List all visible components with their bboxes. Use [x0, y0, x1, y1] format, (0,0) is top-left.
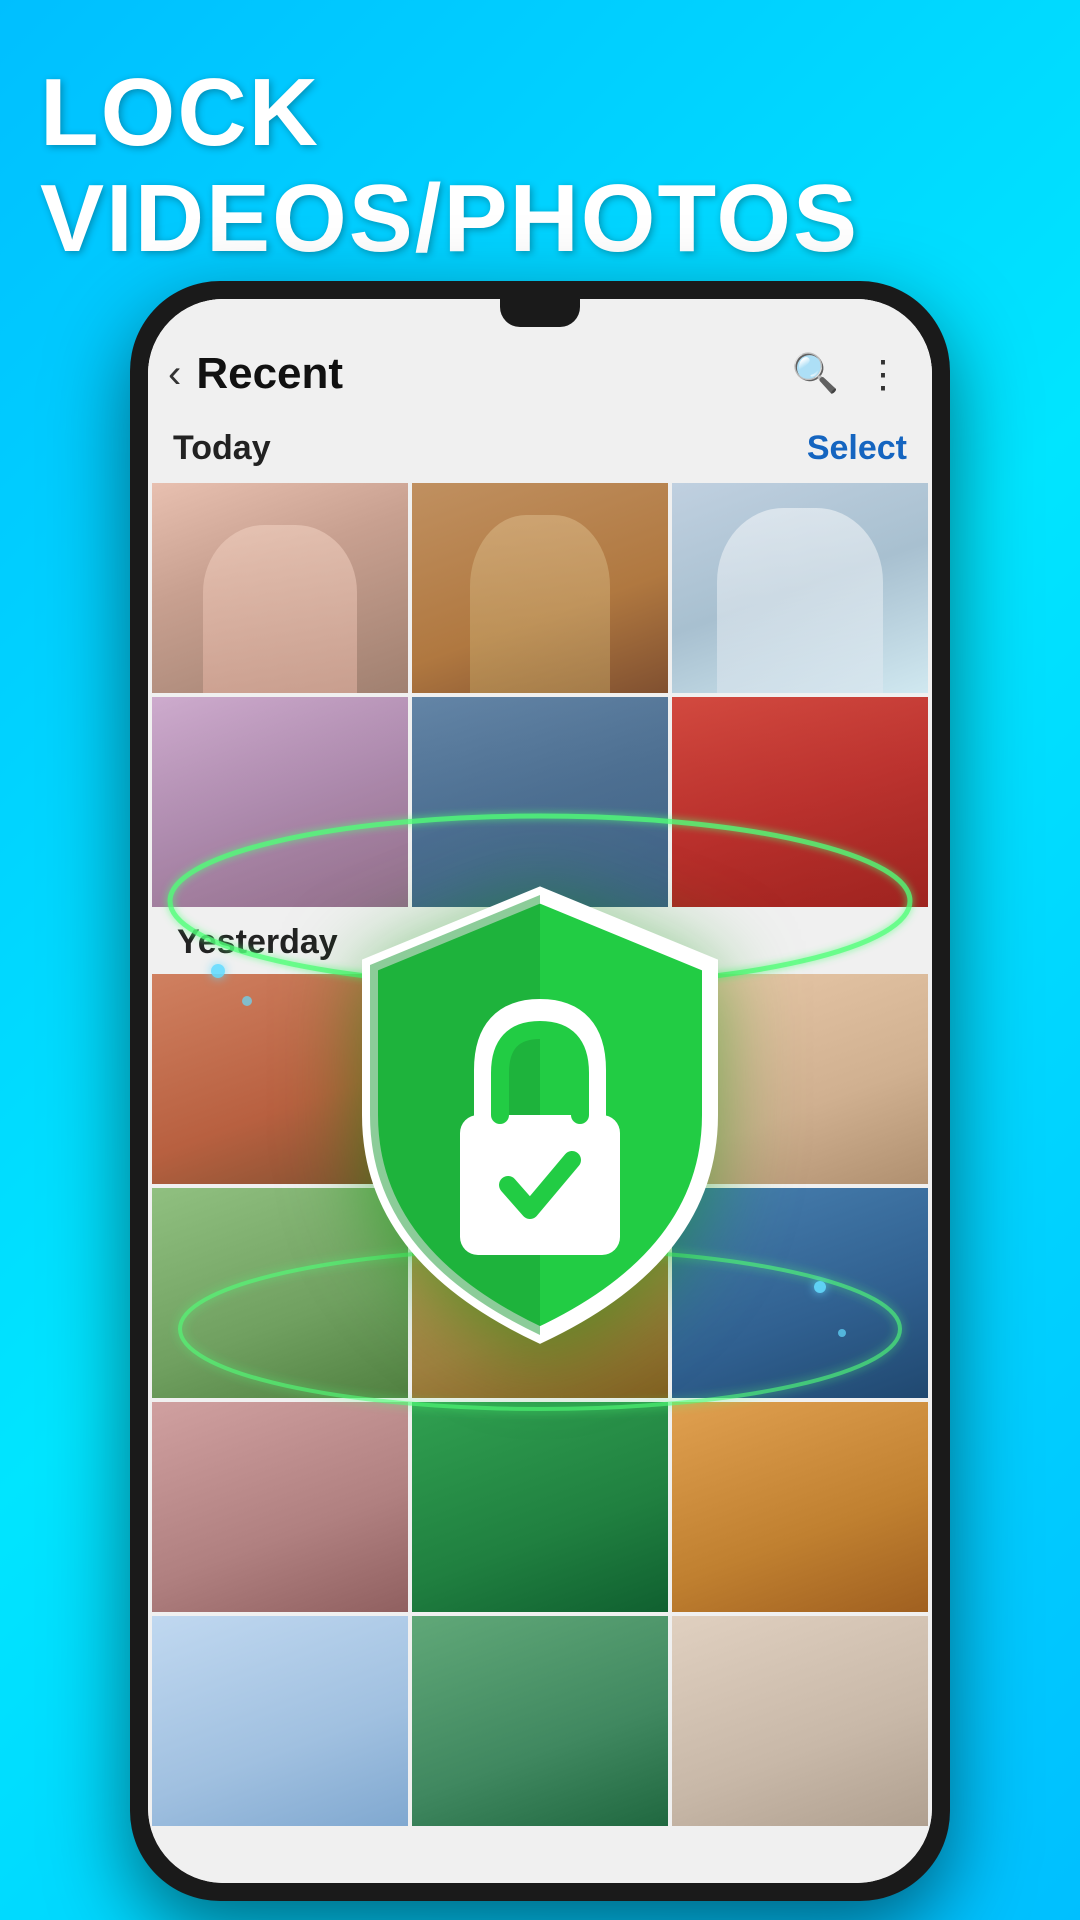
today-section-header: Today Select [148, 419, 932, 483]
photo-grid: Yesterday [148, 483, 932, 1883]
photo-cell[interactable] [152, 1616, 408, 1826]
photo-cell[interactable] [412, 697, 668, 907]
photo-cell[interactable] [672, 974, 928, 1184]
photo-cell[interactable] [672, 1402, 928, 1612]
back-button[interactable]: ‹ [168, 352, 181, 397]
photo-cell[interactable] [672, 1188, 928, 1398]
photo-row-5 [152, 1402, 928, 1612]
app-header: LOCK VIDEOS/PHOTOS [0, 0, 1080, 301]
screen-title: Recent [196, 349, 791, 399]
today-label: Today [173, 429, 271, 468]
more-options-icon[interactable]: ⋮ [864, 352, 902, 397]
photo-cell[interactable] [412, 483, 668, 693]
phone-frame: ‹ Recent 🔍 ⋮ Today Select [130, 281, 950, 1901]
photo-cell[interactable] [412, 1188, 668, 1398]
photo-cell[interactable] [412, 1402, 668, 1612]
toolbar-actions: 🔍 ⋮ [792, 352, 902, 397]
phone-mockup: ‹ Recent 🔍 ⋮ Today Select [130, 281, 950, 1901]
photo-cell[interactable] [152, 1188, 408, 1398]
photo-cell[interactable] [672, 1616, 928, 1826]
photo-cell[interactable] [152, 974, 408, 1184]
photo-person [672, 483, 928, 693]
photo-person [412, 483, 668, 693]
photo-cell[interactable] [672, 483, 928, 693]
photo-row-6 [152, 1616, 928, 1826]
photo-cell[interactable] [412, 974, 668, 1184]
photo-row-1 [152, 483, 928, 693]
photo-cell[interactable] [152, 1402, 408, 1612]
gallery-app: ‹ Recent 🔍 ⋮ Today Select [148, 299, 932, 1883]
main-title: LOCK VIDEOS/PHOTOS [40, 60, 1040, 271]
select-button[interactable]: Select [807, 429, 907, 468]
photo-person [152, 483, 408, 693]
search-icon[interactable]: 🔍 [792, 352, 839, 396]
photo-cell[interactable] [152, 483, 408, 693]
photo-row-3 [152, 974, 928, 1184]
photo-row-2 [152, 697, 928, 907]
photo-row-4 [152, 1188, 928, 1398]
yesterday-label: Yesterday [152, 911, 928, 970]
camera-notch [500, 299, 580, 327]
photo-cell[interactable] [412, 1616, 668, 1826]
photo-cell[interactable] [152, 697, 408, 907]
photo-cell[interactable] [672, 697, 928, 907]
phone-screen: ‹ Recent 🔍 ⋮ Today Select [148, 299, 932, 1883]
